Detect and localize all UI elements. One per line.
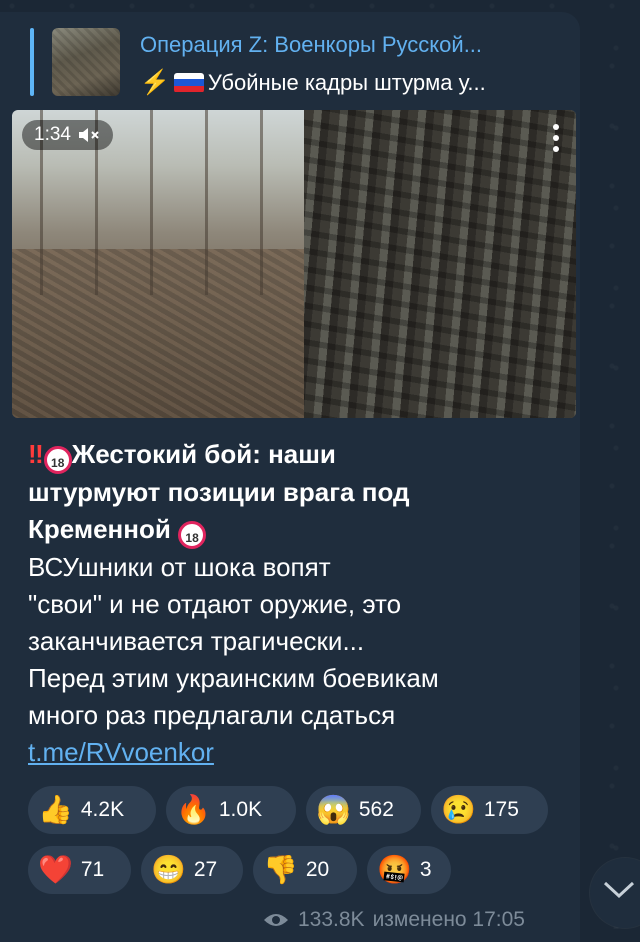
eye-icon [264,914,288,926]
reaction-crying[interactable]: 😢 175 [431,786,548,834]
muted-speaker-icon [78,128,99,142]
lightning-icon: ⚡ [140,69,170,96]
reaction-thumbs-down[interactable]: 👎 20 [253,846,357,894]
video-duration: 1:34 [34,124,71,145]
thumbs-up-icon: 👍 [38,794,73,825]
adult-18-icon: 18 [178,521,207,549]
reply-subtitle: ⚡ Убойные кадры штурма у... [140,68,580,97]
message-meta: 133.8K изменено 17:05 [262,908,525,932]
grinning-face-icon: 😁 [151,854,186,885]
edited-time: изменено 17:05 [372,908,525,931]
reaction-cursing[interactable]: 🤬 3 [367,846,451,894]
post-body-5: много раз предлагали сдаться [28,700,396,730]
reaction-count: 4.2K [80,798,125,821]
fire-icon: 🔥 [176,794,211,825]
more-options-icon[interactable] [548,124,564,160]
heart-icon: ❤️ [38,854,73,885]
channel-link[interactable]: t.me/RVvoenkor [28,737,214,767]
crying-face-icon: 😢 [441,794,476,825]
video-duration-pill[interactable]: 1:34 [22,120,113,150]
reaction-heart[interactable]: ❤️ 71 [28,846,131,894]
reaction-scream[interactable]: 😱 562 [306,786,421,834]
reaction-fire[interactable]: 🔥 1.0K [166,786,296,834]
reaction-count: 71 [80,858,105,881]
reply-preview[interactable]: Операция Z: Военкоры Русской... ⚡ Убойны… [30,28,570,98]
reaction-grin[interactable]: 😁 27 [141,846,243,894]
post-headline-2: штурмуют позиции врага под [28,477,410,507]
adult-18-icon: 18 [43,446,72,474]
reaction-count: 3 [419,858,432,881]
thumbs-down-icon: 👎 [263,854,298,885]
reply-channel-title: Операция Z: Военкоры Русской... [140,32,483,57]
double-exclamation-icon: ‼ [28,439,44,469]
reaction-count: 562 [358,798,394,821]
post-text: ‼ 18 Жестокий бой: наши штурмуют позиции в… [28,436,568,771]
screaming-face-icon: 😱 [316,794,351,825]
post-headline-3: Кременной [28,514,171,544]
reaction-count: 1.0K [218,798,263,821]
russia-flag-icon [173,72,204,93]
cursing-face-icon: 🤬 [377,854,412,885]
post-body-3: заканчивается трагически... [28,626,365,656]
post-body-2: "свои" и не отдают оружие, это [28,589,402,619]
reaction-count: 175 [483,798,519,821]
view-count: 133.8K [298,908,365,931]
post-headline-1: Жестокий бой: наши [71,439,336,469]
reply-thumbnail [52,28,120,96]
reaction-count: 20 [305,858,330,881]
reaction-count: 27 [193,858,218,881]
reply-accent-bar [30,28,34,96]
video-frame-trunk [304,110,576,418]
chevron-down-icon [603,881,635,899]
video-player[interactable]: 1:34 [12,110,576,418]
post-body-4: Перед этим украинским боевикам [28,663,439,693]
post-body-1: ВСУшники от шока вопят [28,552,331,582]
reaction-thumbs-up[interactable]: 👍 4.2K [28,786,156,834]
reply-subtitle-text: Убойные кадры штурма у... [207,69,486,95]
